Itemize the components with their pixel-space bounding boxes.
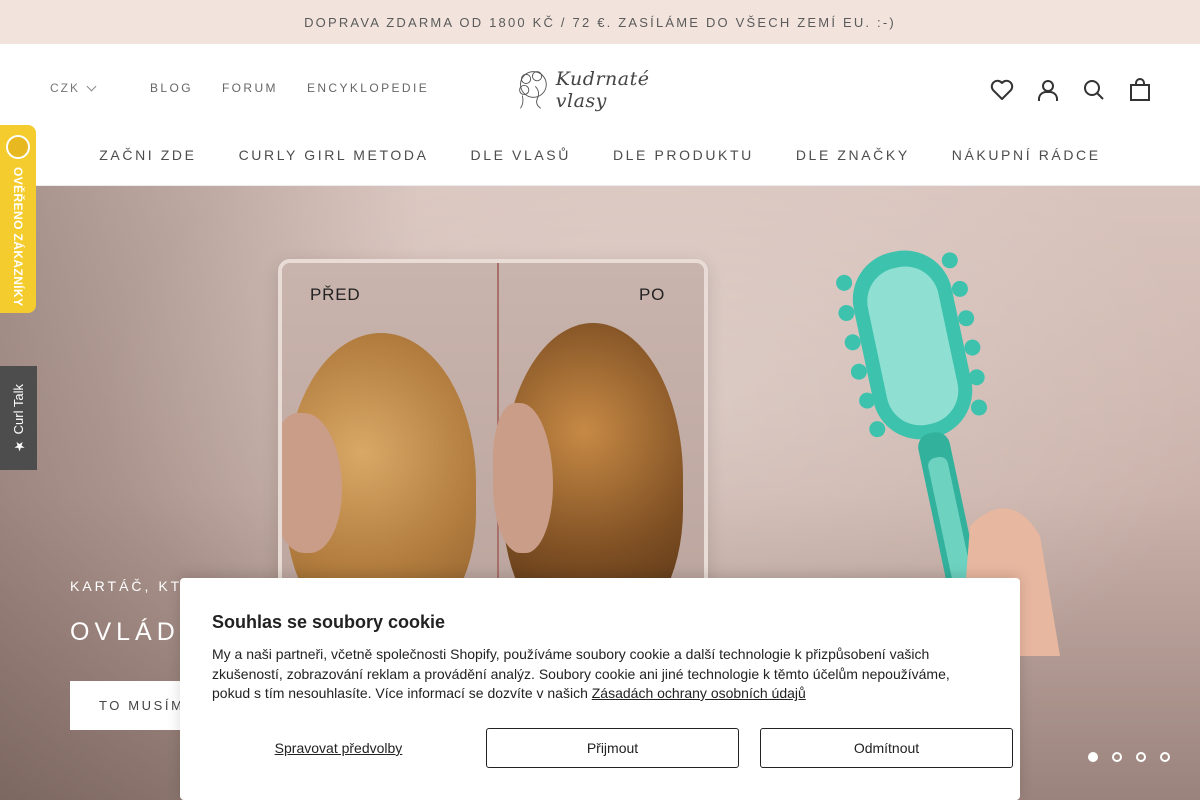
chevron-down-icon: [86, 81, 97, 91]
cookie-actions: Spravovat předvolby Přijmout Odmítnout: [212, 728, 1013, 768]
currency-selector[interactable]: CZK: [50, 81, 97, 95]
privacy-policy-link[interactable]: Zásadách ochrany osobních údajů: [592, 685, 806, 701]
nav-dle-vlasu[interactable]: DLE VLASŮ: [471, 147, 571, 163]
slider-dot-4[interactable]: [1160, 752, 1170, 762]
logo-text: Kudrnaté vlasy: [555, 68, 650, 112]
curl-talk-tab[interactable]: ★ Curl Talk: [0, 366, 37, 470]
curly-head-logo-icon: [519, 71, 547, 109]
user-icon[interactable]: [1036, 78, 1060, 102]
curl-talk-label: ★ Curl Talk: [11, 383, 26, 453]
main-nav: ZAČNI ZDE CURLY GIRL METODA DLE VLASŮ DL…: [0, 147, 1200, 163]
verified-tab-label: OVĚŘENO ZÁKAZNÍKY: [11, 167, 25, 307]
nav-curly-girl-metoda[interactable]: CURLY GIRL METODA: [239, 147, 429, 163]
shopping-bag-icon[interactable]: [1128, 78, 1152, 102]
verified-reviews-tab[interactable]: OVĚŘENO ZÁKAZNÍKY: [0, 125, 36, 313]
verified-seal-icon: [6, 135, 30, 159]
currency-label: CZK: [50, 81, 80, 95]
nav-dle-znacky[interactable]: DLE ZNAČKY: [796, 147, 910, 163]
search-icon[interactable]: [1082, 78, 1106, 102]
cookie-text: My a naši partneři, včetně společnosti S…: [212, 645, 982, 704]
nav-forum[interactable]: FORUM: [222, 81, 278, 95]
secondary-nav: BLOG FORUM ENCYKLOPEDIE: [150, 81, 429, 95]
cookie-body: My a naši partneři, včetně společnosti S…: [212, 646, 950, 701]
manage-preferences-button[interactable]: Spravovat předvolby: [212, 728, 465, 768]
site-header: CZK BLOG FORUM ENCYKLOPEDIE Kudrnaté vla…: [0, 44, 1200, 186]
accept-button[interactable]: Přijmout: [486, 728, 739, 768]
nav-nakupni-radce[interactable]: NÁKUPNÍ RÁDCE: [952, 147, 1101, 163]
slider-dot-2[interactable]: [1112, 752, 1122, 762]
heart-icon[interactable]: [990, 78, 1014, 102]
before-label: PŘED: [310, 285, 361, 304]
announcement-text: DOPRAVA ZDARMA OD 1800 KČ / 72 €. ZASÍLÁ…: [304, 14, 896, 30]
nav-encyklopedie[interactable]: ENCYKLOPEDIE: [307, 81, 429, 95]
nav-zacni-zde[interactable]: ZAČNI ZDE: [99, 147, 196, 163]
decline-button[interactable]: Odmítnout: [760, 728, 1013, 768]
announcement-bar: DOPRAVA ZDARMA OD 1800 KČ / 72 €. ZASÍLÁ…: [0, 0, 1200, 44]
cookie-consent-dialog: Souhlas se soubory cookie My a naši part…: [180, 578, 1020, 800]
nav-blog[interactable]: BLOG: [150, 81, 193, 95]
site-logo[interactable]: Kudrnaté vlasy: [515, 64, 695, 116]
slider-dot-3[interactable]: [1136, 752, 1146, 762]
cookie-title: Souhlas se soubory cookie: [212, 612, 446, 632]
nav-dle-produktu[interactable]: DLE PRODUKTU: [613, 147, 754, 163]
slider-dot-1[interactable]: [1088, 752, 1098, 762]
slider-dots: [1088, 752, 1170, 762]
after-label: PO: [639, 285, 666, 304]
header-actions: [990, 78, 1152, 102]
